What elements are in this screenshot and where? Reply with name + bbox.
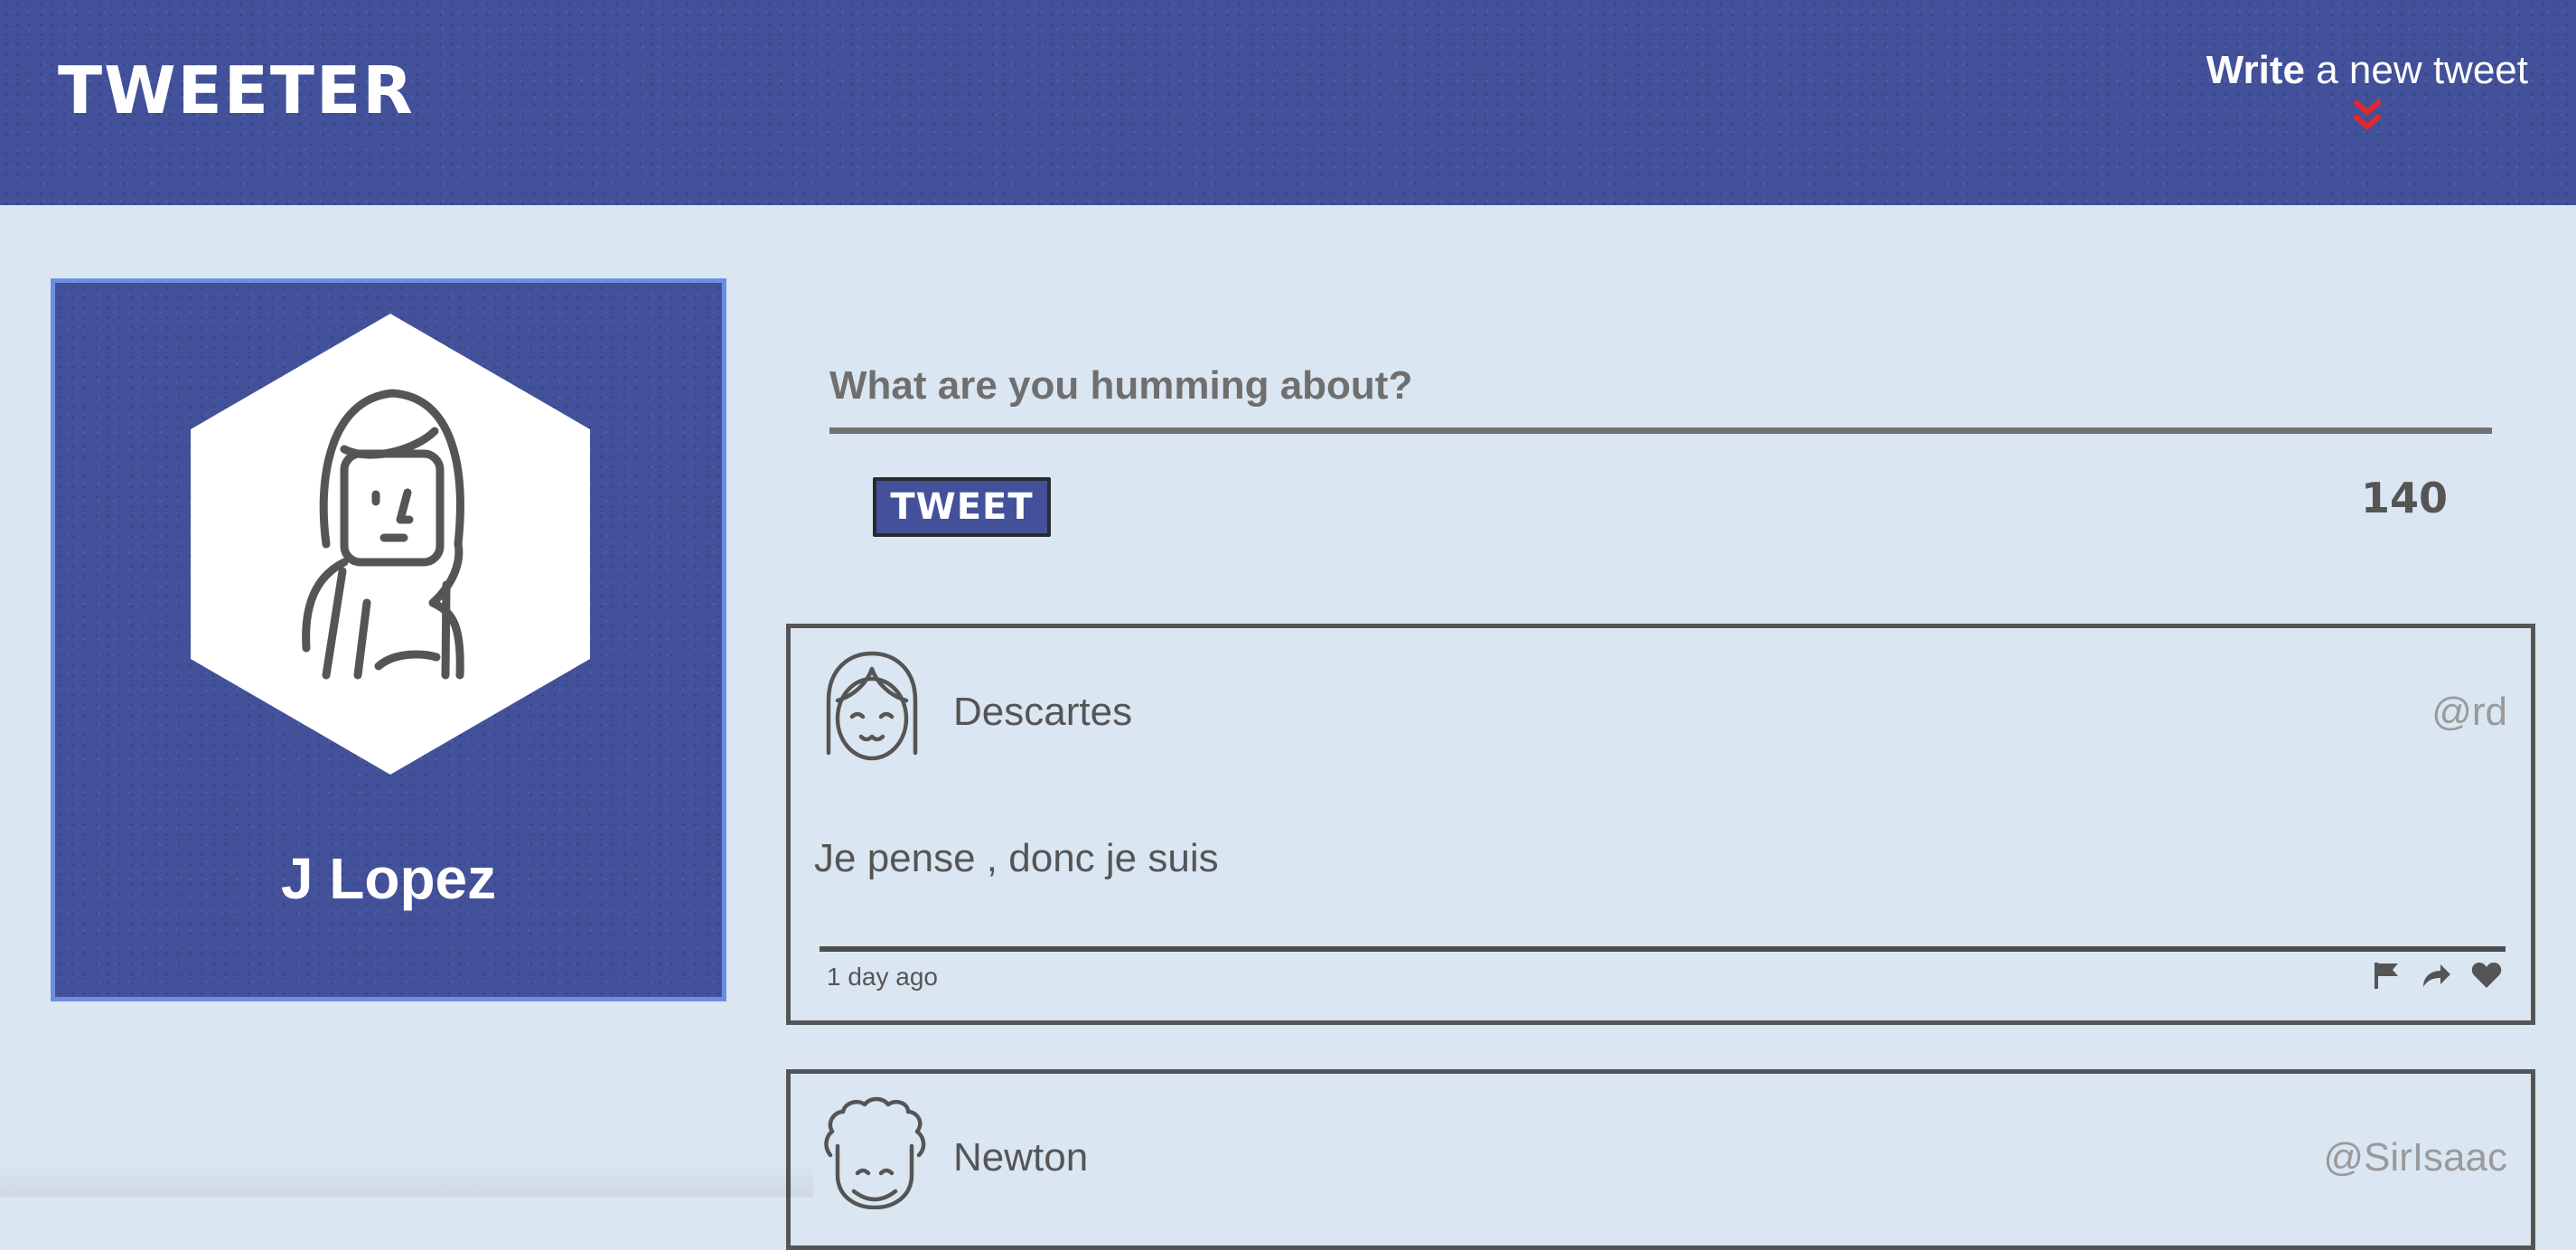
tweet-card: Descartes @rd Je pense , donc je suis 1 … xyxy=(786,624,2535,1025)
char-counter: 140 xyxy=(2360,474,2448,522)
app-logo[interactable]: TWEETER xyxy=(58,58,415,123)
tweet-timestamp: 1 day ago xyxy=(827,963,938,991)
tweet-compose-input[interactable] xyxy=(829,343,2492,434)
tweet-author-handle[interactable]: @SirIsaac xyxy=(2323,1135,2507,1180)
tweet-actions xyxy=(2374,961,2502,994)
write-rest-text: a new tweet xyxy=(2304,48,2528,92)
tweet-divider xyxy=(820,946,2506,952)
write-bold-text: Write xyxy=(2206,48,2305,92)
tweet-card: Newton @SirIsaac xyxy=(786,1069,2535,1250)
curly-hair-avatar-icon xyxy=(824,1096,926,1209)
profile-card: J Lopez xyxy=(51,278,726,1001)
tweet-author-name[interactable]: Descartes xyxy=(953,690,1132,735)
tweet-author-name[interactable]: Newton xyxy=(953,1135,1088,1180)
heart-icon[interactable] xyxy=(2471,962,2502,993)
tweet-submit-button[interactable]: TWEET xyxy=(873,477,1051,537)
double-chevron-down-icon[interactable] xyxy=(2349,98,2385,134)
bottom-shadow xyxy=(0,1161,813,1198)
write-new-tweet-toggle[interactable]: Write a new tweet xyxy=(2206,51,2528,134)
tweet-text: Je pense , donc je suis xyxy=(814,836,1219,880)
girl-bangs-avatar-icon xyxy=(826,651,918,761)
write-new-tweet-label[interactable]: Write a new tweet xyxy=(2206,51,2528,90)
tweet-author-handle[interactable]: @rd xyxy=(2431,690,2507,735)
woman-avatar-icon xyxy=(191,314,590,775)
top-navbar: TWEETER Write a new tweet xyxy=(0,0,2576,205)
retweet-icon[interactable] xyxy=(2421,962,2451,993)
flag-icon[interactable] xyxy=(2374,961,2401,994)
profile-name: J Lopez xyxy=(280,846,497,911)
